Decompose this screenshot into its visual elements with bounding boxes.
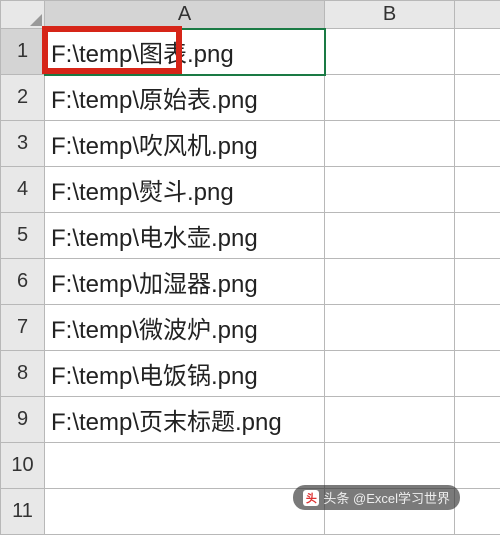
row-header-8[interactable]: 8 — [1, 351, 45, 397]
select-all-icon — [30, 14, 42, 26]
table-row: 10 — [1, 443, 500, 489]
watermark-icon: 头 — [303, 490, 319, 506]
cell-c10[interactable] — [455, 443, 500, 489]
cell-b4[interactable] — [325, 167, 455, 213]
cell-a5[interactable]: F:\temp\电水壶.png — [45, 213, 325, 259]
table-row: 1 F:\temp\图表.png — [1, 29, 500, 75]
table-row: 2 F:\temp\原始表.png — [1, 75, 500, 121]
cell-c8[interactable] — [455, 351, 500, 397]
cell-b8[interactable] — [325, 351, 455, 397]
cell-c3[interactable] — [455, 121, 500, 167]
row-header-9[interactable]: 9 — [1, 397, 45, 443]
watermark-text: 头条 @Excel学习世界 — [323, 488, 450, 507]
spreadsheet-grid[interactable]: A B C 1 F:\temp\图表.png 2 F:\temp\原始表.png… — [0, 0, 500, 535]
table-row: 5 F:\temp\电水壶.png — [1, 213, 500, 259]
cell-c6[interactable] — [455, 259, 500, 305]
column-header-b[interactable]: B — [325, 1, 455, 29]
row-header-3[interactable]: 3 — [1, 121, 45, 167]
cell-b7[interactable] — [325, 305, 455, 351]
table-row: 3 F:\temp\吹风机.png — [1, 121, 500, 167]
row-header-11[interactable]: 11 — [1, 489, 45, 535]
cell-b5[interactable] — [325, 213, 455, 259]
column-header-a[interactable]: A — [45, 1, 325, 29]
cell-c5[interactable] — [455, 213, 500, 259]
cell-b2[interactable] — [325, 75, 455, 121]
cell-a4[interactable]: F:\temp\熨斗.png — [45, 167, 325, 213]
row-header-4[interactable]: 4 — [1, 167, 45, 213]
table-row: 7 F:\temp\微波炉.png — [1, 305, 500, 351]
cell-a11[interactable] — [45, 489, 325, 535]
cell-b3[interactable] — [325, 121, 455, 167]
cell-a9[interactable]: F:\temp\页末标题.png — [45, 397, 325, 443]
cell-c11[interactable] — [455, 489, 500, 535]
cell-a8[interactable]: F:\temp\电饭锅.png — [45, 351, 325, 397]
table-row: 9 F:\temp\页末标题.png — [1, 397, 500, 443]
cell-c2[interactable] — [455, 75, 500, 121]
column-header-c[interactable]: C — [455, 1, 500, 29]
cell-b1[interactable] — [325, 29, 455, 75]
cell-a2[interactable]: F:\temp\原始表.png — [45, 75, 325, 121]
cell-b6[interactable] — [325, 259, 455, 305]
row-header-2[interactable]: 2 — [1, 75, 45, 121]
table-row: 8 F:\temp\电饭锅.png — [1, 351, 500, 397]
cell-b9[interactable] — [325, 397, 455, 443]
table-row: 6 F:\temp\加湿器.png — [1, 259, 500, 305]
table-row: 4 F:\temp\熨斗.png — [1, 167, 500, 213]
watermark: 头 头条 @Excel学习世界 — [293, 485, 460, 510]
cell-c9[interactable] — [455, 397, 500, 443]
cell-a6[interactable]: F:\temp\加湿器.png — [45, 259, 325, 305]
select-all-corner[interactable] — [1, 1, 45, 29]
row-header-7[interactable]: 7 — [1, 305, 45, 351]
cell-c7[interactable] — [455, 305, 500, 351]
row-header-1[interactable]: 1 — [1, 29, 45, 75]
cell-a1[interactable]: F:\temp\图表.png — [45, 29, 325, 75]
row-header-5[interactable]: 5 — [1, 213, 45, 259]
cell-c1[interactable] — [455, 29, 500, 75]
row-header-6[interactable]: 6 — [1, 259, 45, 305]
cell-b10[interactable] — [325, 443, 455, 489]
cell-c4[interactable] — [455, 167, 500, 213]
cell-a10[interactable] — [45, 443, 325, 489]
row-header-10[interactable]: 10 — [1, 443, 45, 489]
cell-a3[interactable]: F:\temp\吹风机.png — [45, 121, 325, 167]
cell-a7[interactable]: F:\temp\微波炉.png — [45, 305, 325, 351]
